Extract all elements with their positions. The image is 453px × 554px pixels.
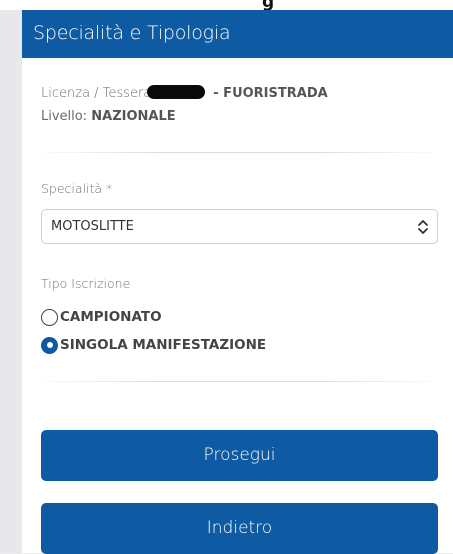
license-line: Licenza / Tessera - FUORISTRADA: [41, 85, 328, 101]
specialty-select[interactable]: MOTOSLITTE: [41, 209, 438, 244]
up-down-chevron-icon: [418, 220, 428, 234]
left-gutter: [0, 10, 22, 553]
divider: [41, 152, 438, 153]
license-label: Licenza / Tessera: [41, 86, 152, 101]
form-card: Specialità e Tipologia Licenza / Tessera…: [22, 10, 453, 554]
radio-singola-manifestazione[interactable]: SINGOLA MANIFESTAZIONE: [41, 335, 266, 355]
radio-checked-icon[interactable]: [41, 336, 58, 354]
radio-unchecked-icon[interactable]: [41, 308, 58, 326]
redacted-license-number: [147, 85, 206, 99]
radio-label-singola-manifestazione: SINGOLA MANIFESTAZIONE: [60, 337, 267, 353]
level-line: Livello: NAZIONALE: [41, 109, 176, 124]
registration-type-label: Tipo Iscrizione: [41, 276, 131, 291]
radio-label-campionato: CAMPIONATO: [60, 309, 162, 325]
back-button[interactable]: Indietro: [41, 503, 438, 554]
card-title: Specialità e Tipologia: [33, 22, 231, 44]
license-type: - FUORISTRADA: [213, 86, 328, 101]
specialty-selected-value: MOTOSLITTE: [51, 219, 134, 234]
card-header: Specialità e Tipologia: [22, 10, 453, 58]
level-value: NAZIONALE: [91, 109, 176, 124]
specialty-label: Specialità *: [41, 181, 113, 196]
top-cropped-strip: g: [0, 0, 453, 12]
proceed-button[interactable]: Prosegui: [41, 430, 438, 481]
divider: [41, 381, 438, 382]
radio-campionato[interactable]: CAMPIONATO: [41, 307, 162, 327]
level-label: Livello:: [41, 109, 88, 124]
